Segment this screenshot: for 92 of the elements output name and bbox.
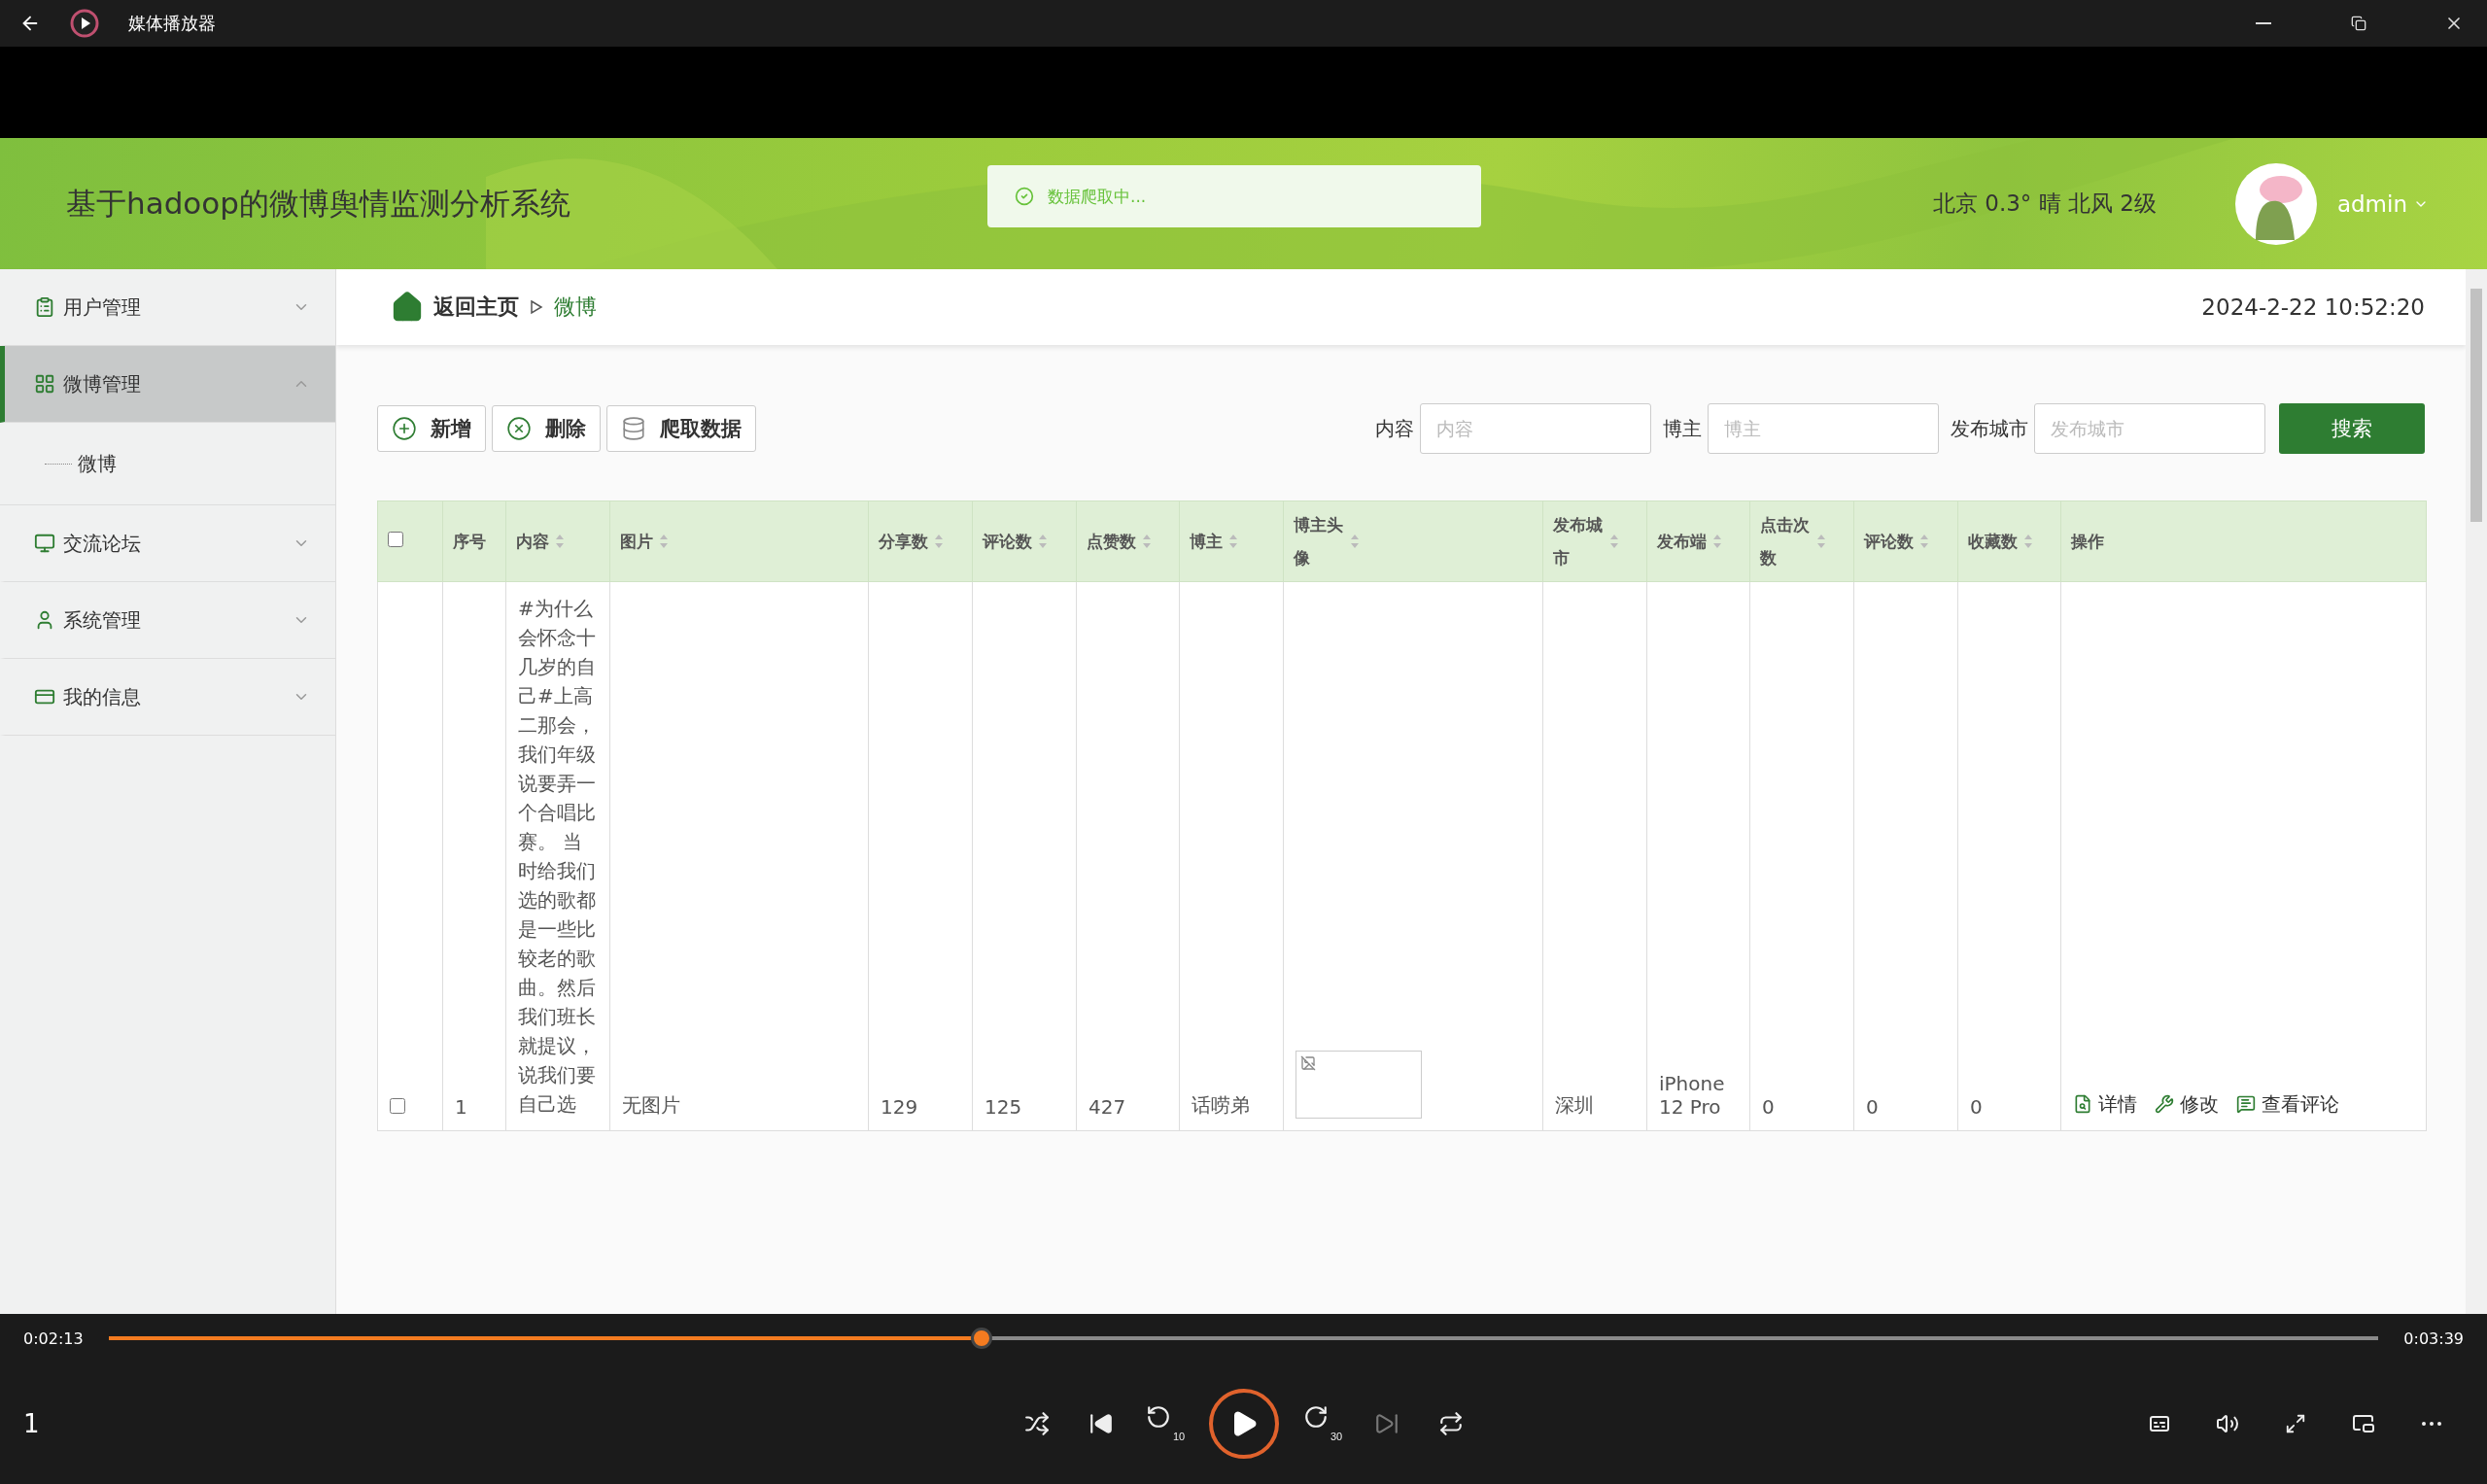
sidebar-subitem[interactable]: 微博 bbox=[0, 423, 335, 505]
column-header[interactable]: 评论数 bbox=[972, 500, 1077, 582]
column-header[interactable]: 收藏数 bbox=[1957, 500, 2061, 582]
sort-icon[interactable] bbox=[1712, 534, 1722, 549]
sidebar-item[interactable]: 微博管理 bbox=[0, 346, 335, 423]
table-cell-text: #为什么会怀念十几岁的自己#上高二那会，我们年级说要弄一个合唱比赛。 当时给我们选的歌都是一些比较老的歌曲。然后我们班长就提议，说我们要自己选 bbox=[518, 596, 597, 1118]
table-cell: iPhone 12 Pro bbox=[1659, 1072, 1725, 1119]
table-cell: 0 bbox=[1970, 1095, 1983, 1119]
sidebar-item[interactable]: 交流论坛 bbox=[0, 505, 335, 582]
home-link[interactable]: 返回主页 bbox=[433, 293, 519, 322]
column-header[interactable]: 发布城市 bbox=[1542, 500, 1647, 582]
counter-text: 1 bbox=[23, 1408, 41, 1438]
forward-icon bbox=[1303, 1403, 1329, 1430]
shuffle-icon bbox=[1024, 1410, 1050, 1436]
restore-icon bbox=[2351, 16, 2366, 31]
column-header[interactable]: 博主头像 bbox=[1283, 500, 1543, 582]
search-field[interactable]: 内容 bbox=[1420, 403, 1651, 454]
table-cell: 深圳 bbox=[1555, 1093, 1594, 1117]
table-cell: 427 bbox=[1088, 1095, 1126, 1119]
table-cell: 话唠弟 bbox=[1192, 1093, 1250, 1117]
table-cell: 0 bbox=[1866, 1095, 1879, 1119]
seek-handle[interactable] bbox=[971, 1328, 993, 1349]
weather-text: 北京 0.3° 晴 北风 2级 bbox=[1932, 190, 2157, 218]
search-field[interactable]: 博主 bbox=[1708, 403, 1939, 454]
row-checkbox[interactable] bbox=[390, 1098, 405, 1114]
sort-icon[interactable] bbox=[1228, 534, 1238, 549]
total-time: 0:03:39 bbox=[2403, 1329, 2464, 1348]
player-logo-icon bbox=[70, 9, 99, 38]
breadcrumb-current[interactable]: 微博 bbox=[554, 293, 597, 322]
sort-icon[interactable] bbox=[1816, 534, 1826, 549]
user-avatar[interactable] bbox=[2233, 161, 2318, 246]
toolbar-button[interactable]: 爬取数据 bbox=[606, 405, 756, 452]
datetime: 2024-2-22 10:52:20 bbox=[2201, 294, 2425, 320]
home-icon[interactable] bbox=[391, 291, 424, 324]
column-header[interactable]: 操作 bbox=[2060, 500, 2427, 582]
search-button[interactable]: 搜索 bbox=[2279, 403, 2425, 454]
sidebar-item[interactable]: 我的信息 bbox=[0, 659, 335, 736]
check-icon bbox=[1015, 187, 1034, 206]
column-header[interactable]: 内容 bbox=[505, 500, 610, 582]
search-label: 内容 bbox=[1375, 415, 1414, 442]
select-all-checkbox[interactable] bbox=[388, 532, 403, 547]
action-link[interactable]: 详情 bbox=[2073, 1090, 2137, 1118]
action-link[interactable]: 查看评论 bbox=[2236, 1090, 2339, 1118]
column-header[interactable]: 序号 bbox=[442, 500, 506, 582]
sort-icon[interactable] bbox=[2023, 534, 2033, 549]
sort-icon[interactable] bbox=[555, 534, 565, 549]
app-title: 基于hadoop的微博舆情监测分析系统 bbox=[66, 184, 570, 223]
column-header[interactable]: 发布端 bbox=[1646, 500, 1750, 582]
expand-icon bbox=[2285, 1412, 2306, 1434]
broken-image-icon bbox=[1300, 1055, 1316, 1071]
repeat-icon bbox=[1438, 1410, 1464, 1436]
column-header[interactable]: 分享数 bbox=[868, 500, 973, 582]
message-icon bbox=[2236, 1094, 2256, 1114]
rewind-icon bbox=[1146, 1403, 1171, 1430]
wrench-icon bbox=[2155, 1094, 2174, 1114]
x-circle-icon bbox=[506, 416, 532, 441]
sort-icon[interactable] bbox=[1609, 534, 1619, 549]
elapsed-time: 0:02:13 bbox=[23, 1329, 84, 1348]
column-header[interactable]: 点击次数 bbox=[1749, 500, 1854, 582]
toast-text: 数据爬取中... bbox=[1048, 185, 1147, 208]
window-title: 媒体播放器 bbox=[128, 12, 217, 35]
forward-button[interactable]: 30 bbox=[1291, 1391, 1355, 1456]
table-cell: 无图片 bbox=[622, 1093, 680, 1117]
sort-icon[interactable] bbox=[1919, 534, 1929, 549]
table-cell: 1 bbox=[455, 1095, 467, 1119]
scrollbar[interactable] bbox=[2466, 269, 2487, 1314]
sidebar-item[interactable]: 系统管理 bbox=[0, 582, 335, 659]
toolbar-button[interactable]: 删除 bbox=[492, 405, 601, 452]
action-link[interactable]: 修改 bbox=[2155, 1090, 2219, 1118]
rewind-button[interactable]: 10 bbox=[1133, 1391, 1197, 1456]
sort-icon[interactable] bbox=[934, 534, 944, 549]
minimize-icon bbox=[2256, 22, 2271, 24]
column-header[interactable]: 图片 bbox=[609, 500, 869, 582]
sort-icon[interactable] bbox=[1350, 534, 1360, 549]
search-label: 发布城市 bbox=[1951, 415, 2028, 442]
column-header[interactable]: 博主 bbox=[1179, 500, 1284, 582]
file-search-icon bbox=[2073, 1094, 2092, 1114]
plus-circle-icon bbox=[392, 416, 417, 441]
table-cell: 129 bbox=[881, 1095, 918, 1119]
sort-icon[interactable] bbox=[659, 534, 669, 549]
sort-icon[interactable] bbox=[1038, 534, 1048, 549]
database-icon bbox=[621, 416, 646, 441]
table-cell: 125 bbox=[984, 1095, 1022, 1119]
column-header[interactable]: 评论数 bbox=[1853, 500, 1958, 582]
separator-icon bbox=[529, 299, 544, 315]
sort-icon[interactable] bbox=[1142, 534, 1152, 549]
toolbar-button[interactable]: 新增 bbox=[377, 405, 486, 452]
table-cell: 0 bbox=[1762, 1095, 1775, 1119]
search-field[interactable]: 发布城市 bbox=[2034, 403, 2265, 454]
more-icon bbox=[2422, 1421, 2441, 1426]
search-label: 博主 bbox=[1663, 415, 1702, 442]
column-header[interactable]: 点赞数 bbox=[1076, 500, 1180, 582]
